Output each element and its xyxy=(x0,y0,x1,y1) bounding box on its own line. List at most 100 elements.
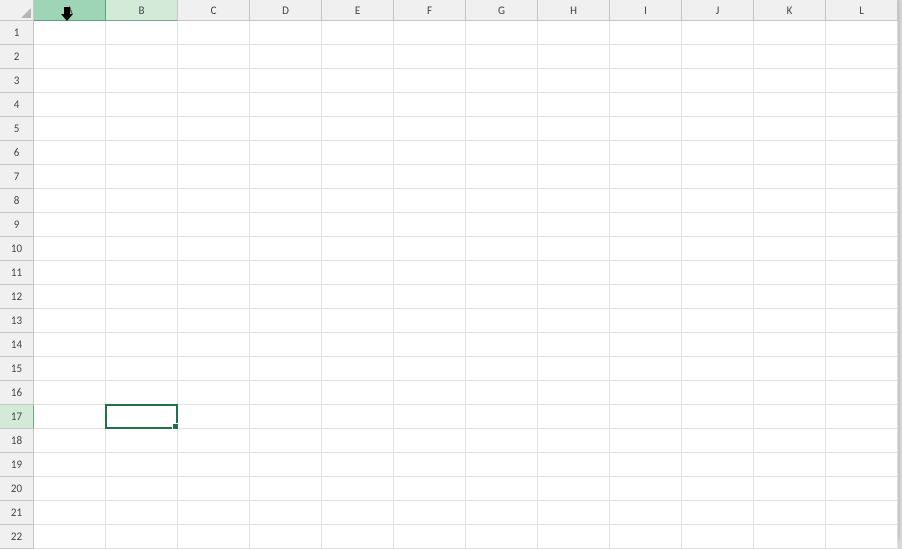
cell-B12[interactable] xyxy=(106,285,178,309)
cell-C1[interactable] xyxy=(178,21,250,45)
cell-K7[interactable] xyxy=(754,165,826,189)
row-header-20[interactable]: 20 xyxy=(0,477,34,501)
cell-I18[interactable] xyxy=(610,429,682,453)
cell-H1[interactable] xyxy=(538,21,610,45)
cell-B15[interactable] xyxy=(106,357,178,381)
cell-C22[interactable] xyxy=(178,525,250,549)
cell-C4[interactable] xyxy=(178,93,250,117)
row-header-6[interactable]: 6 xyxy=(0,141,34,165)
row-header-8[interactable]: 8 xyxy=(0,189,34,213)
cell-G19[interactable] xyxy=(466,453,538,477)
cell-H7[interactable] xyxy=(538,165,610,189)
cell-E7[interactable] xyxy=(322,165,394,189)
cell-J9[interactable] xyxy=(682,213,754,237)
cell-D12[interactable] xyxy=(250,285,322,309)
cell-K17[interactable] xyxy=(754,405,826,429)
cell-L3[interactable] xyxy=(826,69,898,93)
cell-A13[interactable] xyxy=(34,309,106,333)
cell-I16[interactable] xyxy=(610,381,682,405)
cell-E1[interactable] xyxy=(322,21,394,45)
cell-C10[interactable] xyxy=(178,237,250,261)
cell-F3[interactable] xyxy=(394,69,466,93)
row-header-18[interactable]: 18 xyxy=(0,429,34,453)
cell-H18[interactable] xyxy=(538,429,610,453)
cell-G6[interactable] xyxy=(466,141,538,165)
cell-I14[interactable] xyxy=(610,333,682,357)
cell-K13[interactable] xyxy=(754,309,826,333)
cell-D11[interactable] xyxy=(250,261,322,285)
cell-H8[interactable] xyxy=(538,189,610,213)
cell-G11[interactable] xyxy=(466,261,538,285)
cell-F10[interactable] xyxy=(394,237,466,261)
cell-E8[interactable] xyxy=(322,189,394,213)
cell-K12[interactable] xyxy=(754,285,826,309)
cell-G14[interactable] xyxy=(466,333,538,357)
cell-H17[interactable] xyxy=(538,405,610,429)
cell-F12[interactable] xyxy=(394,285,466,309)
cell-E15[interactable] xyxy=(322,357,394,381)
cell-D14[interactable] xyxy=(250,333,322,357)
cell-J5[interactable] xyxy=(682,117,754,141)
row-header-21[interactable]: 21 xyxy=(0,501,34,525)
cell-G9[interactable] xyxy=(466,213,538,237)
select-all-corner[interactable] xyxy=(0,0,34,21)
cell-J11[interactable] xyxy=(682,261,754,285)
cell-I20[interactable] xyxy=(610,477,682,501)
cell-H20[interactable] xyxy=(538,477,610,501)
cell-B8[interactable] xyxy=(106,189,178,213)
cell-I1[interactable] xyxy=(610,21,682,45)
cell-D15[interactable] xyxy=(250,357,322,381)
cell-I2[interactable] xyxy=(610,45,682,69)
cell-A22[interactable] xyxy=(34,525,106,549)
cell-F13[interactable] xyxy=(394,309,466,333)
cell-A10[interactable] xyxy=(34,237,106,261)
cell-G2[interactable] xyxy=(466,45,538,69)
cell-B2[interactable] xyxy=(106,45,178,69)
cell-D16[interactable] xyxy=(250,381,322,405)
cell-D10[interactable] xyxy=(250,237,322,261)
cell-F6[interactable] xyxy=(394,141,466,165)
cell-H9[interactable] xyxy=(538,213,610,237)
cell-G3[interactable] xyxy=(466,69,538,93)
cell-B16[interactable] xyxy=(106,381,178,405)
row-header-2[interactable]: 2 xyxy=(0,45,34,69)
row-header-13[interactable]: 13 xyxy=(0,309,34,333)
cell-A5[interactable] xyxy=(34,117,106,141)
cell-C14[interactable] xyxy=(178,333,250,357)
cell-H13[interactable] xyxy=(538,309,610,333)
cell-G21[interactable] xyxy=(466,501,538,525)
cell-K16[interactable] xyxy=(754,381,826,405)
cell-L16[interactable] xyxy=(826,381,898,405)
cell-E19[interactable] xyxy=(322,453,394,477)
cell-D18[interactable] xyxy=(250,429,322,453)
cell-B7[interactable] xyxy=(106,165,178,189)
cell-K8[interactable] xyxy=(754,189,826,213)
cell-G4[interactable] xyxy=(466,93,538,117)
cell-A9[interactable] xyxy=(34,213,106,237)
cell-K2[interactable] xyxy=(754,45,826,69)
cell-C15[interactable] xyxy=(178,357,250,381)
cell-K18[interactable] xyxy=(754,429,826,453)
cell-F7[interactable] xyxy=(394,165,466,189)
cell-A14[interactable] xyxy=(34,333,106,357)
cell-D5[interactable] xyxy=(250,117,322,141)
row-header-19[interactable]: 19 xyxy=(0,453,34,477)
cell-K20[interactable] xyxy=(754,477,826,501)
cell-F19[interactable] xyxy=(394,453,466,477)
cell-D21[interactable] xyxy=(250,501,322,525)
cell-F17[interactable] xyxy=(394,405,466,429)
cell-C18[interactable] xyxy=(178,429,250,453)
cell-F20[interactable] xyxy=(394,477,466,501)
cell-D3[interactable] xyxy=(250,69,322,93)
column-header-I[interactable]: I xyxy=(610,0,682,21)
cell-L4[interactable] xyxy=(826,93,898,117)
cell-C8[interactable] xyxy=(178,189,250,213)
cell-A17[interactable] xyxy=(34,405,106,429)
cell-F18[interactable] xyxy=(394,429,466,453)
row-header-5[interactable]: 5 xyxy=(0,117,34,141)
cell-B18[interactable] xyxy=(106,429,178,453)
cell-H2[interactable] xyxy=(538,45,610,69)
cell-L9[interactable] xyxy=(826,213,898,237)
cell-H16[interactable] xyxy=(538,381,610,405)
column-header-J[interactable]: J xyxy=(682,0,754,21)
